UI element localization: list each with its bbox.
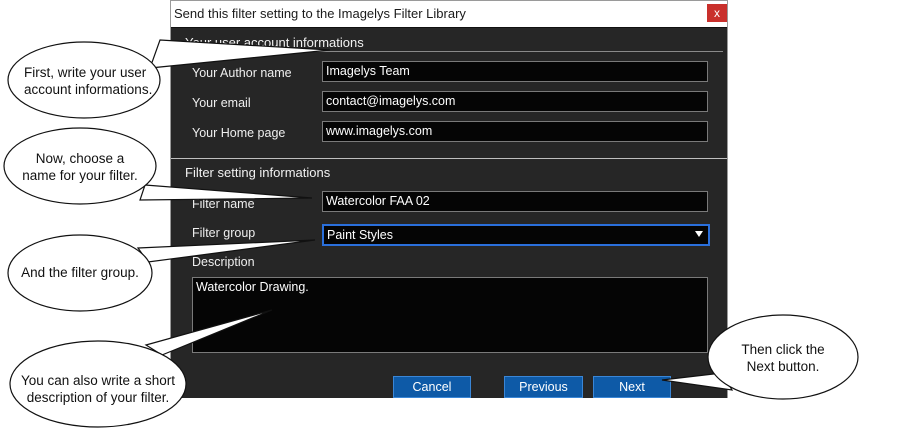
callout-3-line1: And the filter group. [21, 265, 139, 280]
callout-bubble-4 [144, 309, 273, 356]
callout-text-5: Then click the Next button. [723, 341, 843, 375]
callout-5-line1: Then click the [741, 342, 825, 357]
callout-text-3: And the filter group. [20, 264, 140, 281]
callout-2-line1: Now, choose a [35, 151, 125, 166]
callout-1-line2: account informations. [24, 82, 153, 97]
callout-text-4: You can also write a short description o… [18, 372, 178, 406]
callout-bubble-1 [149, 39, 331, 69]
callout-2-line2: name for your filter. [22, 168, 138, 183]
callout-bubble-3 [136, 239, 316, 263]
callout-text-2: Now, choose a name for your filter. [20, 150, 140, 184]
callout-bubble-2 [139, 184, 313, 201]
callout-4-line1: You can also write a short [20, 373, 176, 388]
callout-4-line2: description of your filter. [26, 390, 170, 405]
callout-5-line2: Next button. [746, 359, 820, 374]
callout-1-line1: First, write your user [24, 65, 147, 80]
callout-text-1: First, write your user account informati… [24, 64, 153, 98]
